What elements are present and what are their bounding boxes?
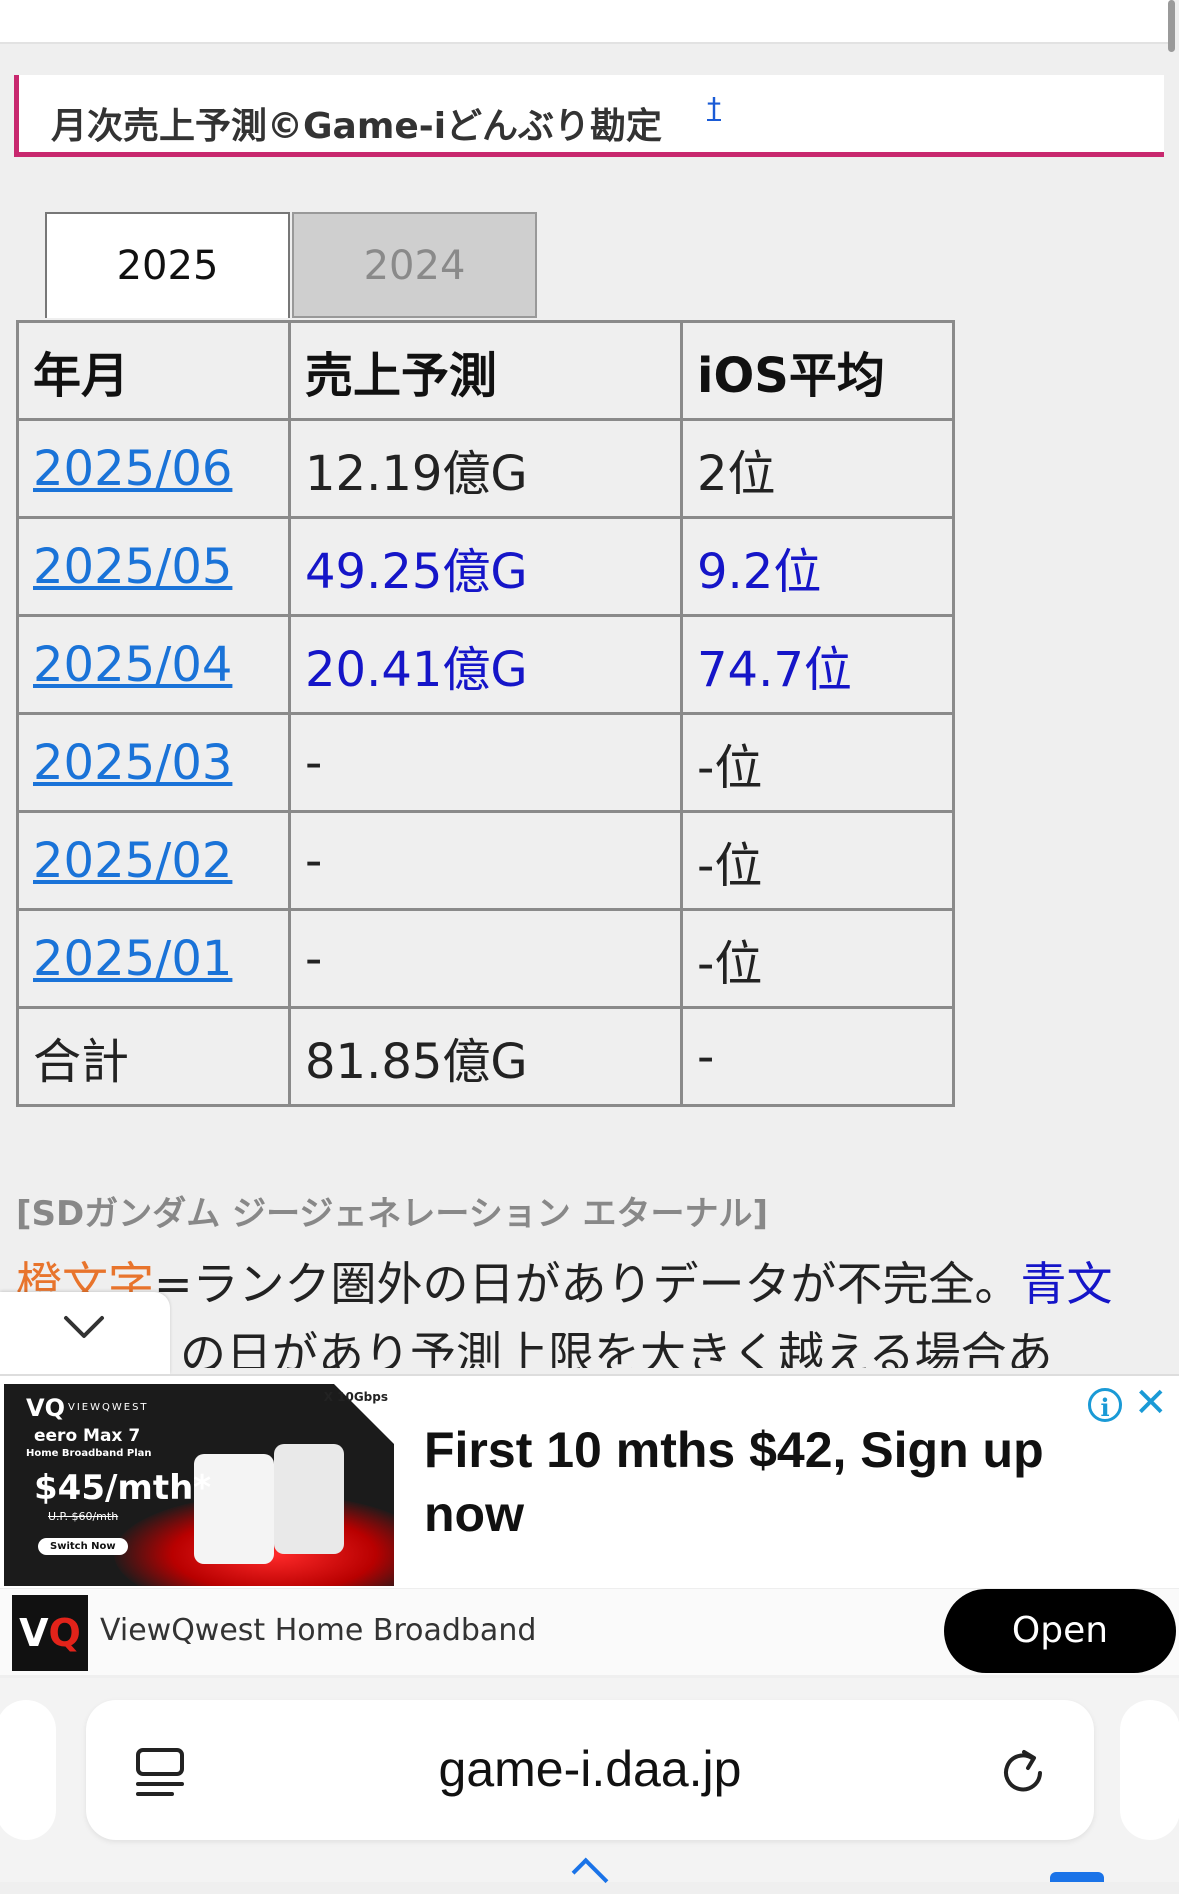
- table-row: 2025/05 49.25億G 9.2位: [16, 516, 955, 617]
- note-text: =ランク圏外の日がありデータが不完全。: [154, 1257, 1021, 1311]
- info-icon[interactable]: i: [1088, 1388, 1122, 1422]
- ios-rank-cell: -位: [680, 810, 955, 911]
- ad-image-button: Switch Now: [38, 1538, 128, 1555]
- ios-rank-cell: -位: [680, 908, 955, 1009]
- legend-note: 橙文字=ランク圏外の日がありデータが不完全。青文: [16, 1248, 1113, 1314]
- ad-image-brand: VIEWQWEST: [68, 1402, 149, 1413]
- column-header-month: 年月: [16, 320, 291, 421]
- table-row: 2025/02 - -位: [16, 810, 955, 911]
- month-link[interactable]: 2025/05: [33, 539, 232, 595]
- ios-rank-cell: -位: [680, 712, 955, 813]
- advertiser-name: ViewQwest Home Broadband: [100, 1613, 537, 1648]
- browser-toolbar: game-i.daa.jp: [0, 1678, 1179, 1894]
- table-row: 2025/01 - -位: [16, 908, 955, 1009]
- blue-text-label: 青文: [1020, 1257, 1113, 1311]
- table-row: 2025/04 20.41億G 74.7位: [16, 614, 955, 715]
- address-bar[interactable]: game-i.daa.jp: [86, 1700, 1094, 1840]
- ad-headline[interactable]: First 10 mths $42, Sign up now: [424, 1418, 1074, 1546]
- tab-2025[interactable]: 2025: [45, 212, 290, 318]
- ad-image-speed: X 10Gbps: [323, 1390, 388, 1404]
- tabs-icon[interactable]: [1050, 1872, 1104, 1882]
- column-header-sales: 売上予測: [288, 320, 683, 421]
- ad-image-logo: VQ: [26, 1394, 65, 1422]
- total-sales: 81.85億G: [288, 1006, 683, 1107]
- sales-cell: 49.25億G: [288, 516, 683, 617]
- ios-rank-cell: 9.2位: [680, 516, 955, 617]
- ios-rank-cell: 74.7位: [680, 614, 955, 715]
- month-link[interactable]: 2025/02: [33, 833, 232, 889]
- game-name: [SDガンダム ジージェネレーション エターナル]: [16, 1194, 769, 1234]
- ad-image-plan: Home Broadband Plan: [26, 1448, 152, 1459]
- back-to-top-link[interactable]: †: [707, 91, 721, 124]
- sales-cell: -: [288, 810, 683, 911]
- section-title: 月次売上予測©Game-iどんぶり勘定: [51, 106, 663, 147]
- ad-banner[interactable]: VQ VIEWQWEST eero Max 7 Home Broadband P…: [0, 1374, 1179, 1675]
- sales-cell: -: [288, 712, 683, 813]
- ad-image-product: eero Max 7: [34, 1426, 141, 1446]
- month-link[interactable]: 2025/06: [33, 441, 232, 497]
- month-link[interactable]: 2025/01: [33, 931, 232, 987]
- total-ios: -: [680, 1006, 955, 1107]
- table-total-row: 合計 81.85億G -: [16, 1006, 955, 1107]
- reload-icon[interactable]: [996, 1746, 1050, 1800]
- section-heading: 月次売上予測©Game-iどんぶり勘定 †: [14, 75, 1164, 157]
- month-link[interactable]: 2025/03: [33, 735, 232, 791]
- sales-cell: 12.19億G: [288, 418, 683, 519]
- table-row: 2025/06 12.19億G 2位: [16, 418, 955, 519]
- chevron-down-icon: [64, 1316, 104, 1338]
- total-label: 合計: [16, 1006, 291, 1107]
- ad-image[interactable]: VQ VIEWQWEST eero Max 7 Home Broadband P…: [4, 1384, 394, 1586]
- advertiser-logo: VQ: [12, 1595, 88, 1671]
- ad-image-old-price: U.P. $60/mth: [48, 1510, 119, 1523]
- month-link[interactable]: 2025/04: [33, 637, 232, 693]
- scrollbar[interactable]: [1168, 0, 1175, 52]
- open-button[interactable]: Open: [944, 1589, 1176, 1673]
- page-top-strip: [0, 0, 1170, 44]
- previous-tab-card[interactable]: [0, 1700, 56, 1840]
- close-icon[interactable]: ✕: [1134, 1380, 1168, 1426]
- url-text[interactable]: game-i.daa.jp: [86, 1740, 1094, 1798]
- sales-cell: -: [288, 908, 683, 1009]
- table-header-row: 年月 売上予測 iOS平均: [16, 320, 955, 421]
- sales-forecast-table: 年月 売上予測 iOS平均 2025/06 12.19億G 2位 2025/05…: [16, 320, 955, 1107]
- table-row: 2025/03 - -位: [16, 712, 955, 813]
- share-icon[interactable]: [571, 1857, 609, 1894]
- sales-cell: 20.41億G: [288, 614, 683, 715]
- column-header-ios: iOS平均: [680, 320, 955, 421]
- router-image: [274, 1444, 344, 1554]
- next-tab-card[interactable]: [1120, 1700, 1179, 1840]
- ad-collapse-button[interactable]: [0, 1292, 170, 1374]
- ad-image-price: $45/mth*: [34, 1468, 212, 1508]
- ios-rank-cell: 2位: [680, 418, 955, 519]
- tab-2024[interactable]: 2024: [292, 212, 537, 318]
- ad-footer: VQ ViewQwest Home Broadband Open: [0, 1588, 1179, 1675]
